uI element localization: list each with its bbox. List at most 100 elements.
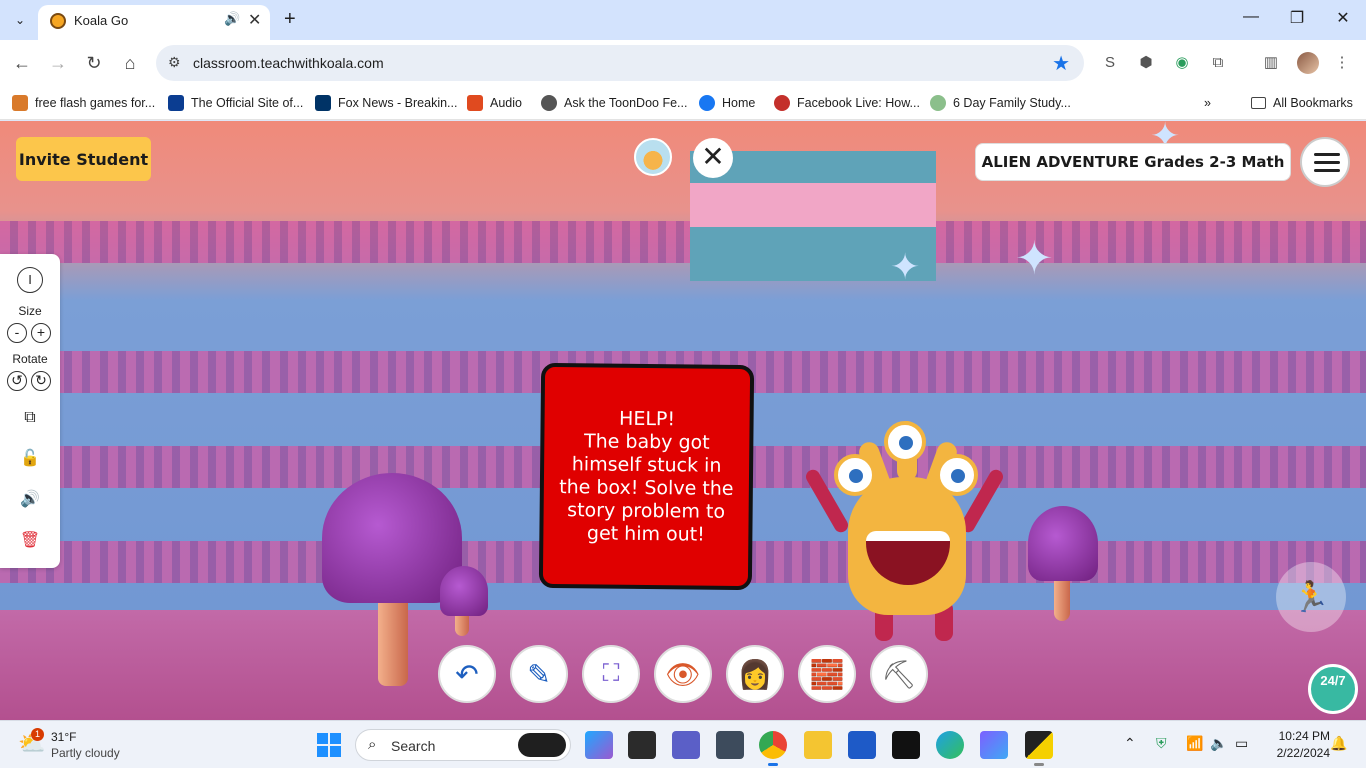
character-icon[interactable]: 👩 xyxy=(726,645,784,703)
text-cursor-icon[interactable]: I xyxy=(17,267,43,293)
side-panel-icon[interactable]: ▥ xyxy=(1260,52,1282,74)
invite-student-button[interactable]: Invite Student xyxy=(16,137,151,181)
alien-eye xyxy=(834,454,876,496)
word-icon[interactable] xyxy=(848,731,876,759)
tab-search-button[interactable]: ⌄ xyxy=(8,8,32,32)
bookmark-label: 6 Day Family Study... xyxy=(953,96,1071,110)
start-windows-icon[interactable] xyxy=(317,733,341,757)
copy-icon[interactable]: ⧉ xyxy=(17,406,43,432)
site-info-icon[interactable]: ⚙ xyxy=(168,54,181,71)
forward-icon[interactable]: → xyxy=(46,51,70,75)
url-text[interactable]: classroom.teachwithkoala.com xyxy=(193,55,384,71)
help-sign-text: HELP! The baby got himself stuck in the … xyxy=(559,407,734,546)
extension-icon[interactable]: ⬢ xyxy=(1135,52,1157,74)
open-app-indicator xyxy=(1034,763,1044,766)
security-shield-icon[interactable]: ⛨ xyxy=(1156,735,1167,752)
pencil-icon[interactable]: ✎ xyxy=(510,645,568,703)
weather-temperature[interactable]: 31°F xyxy=(51,730,76,744)
rotate-right-icon[interactable]: ↻ xyxy=(31,371,51,391)
more-bookmarks-icon[interactable]: » xyxy=(1204,94,1211,112)
size-increase-button[interactable]: + xyxy=(31,323,51,343)
clock-date[interactable]: 2/22/2024 xyxy=(1256,746,1330,760)
screen-recorder-icon[interactable] xyxy=(892,731,920,759)
bookmark-6[interactable]: Home xyxy=(699,94,755,112)
extensions-puzzle-icon[interactable]: ⧉ xyxy=(1207,52,1229,74)
extension-green-icon[interactable]: ◉ xyxy=(1171,52,1193,74)
close-icon[interactable]: ✕ xyxy=(693,138,733,178)
more-menu-icon[interactable]: ⋮ xyxy=(1331,52,1353,74)
profile-avatar[interactable] xyxy=(1297,52,1319,74)
bookmark-favicon-icon xyxy=(12,95,28,111)
support-label: 24/7 xyxy=(1320,673,1346,688)
search-label: Search xyxy=(391,738,436,754)
activity-title: ALIEN ADVENTURE Grades 2-3 Math xyxy=(975,143,1291,181)
wifi-icon[interactable]: 📶 xyxy=(1186,735,1203,752)
clock-time[interactable]: 10:24 PM xyxy=(1266,729,1330,743)
eye-icon[interactable]: 👁 xyxy=(654,645,712,703)
bookmark-favicon-icon xyxy=(315,95,331,111)
koala-favicon-icon xyxy=(50,13,66,29)
bookmark-1[interactable]: free flash games for... xyxy=(12,94,155,112)
bookmark-7[interactable]: Facebook Live: How... xyxy=(774,94,920,112)
bookmark-5[interactable]: Ask the ToonDoo Fe... xyxy=(541,94,687,112)
edge-icon[interactable] xyxy=(936,731,964,759)
bookmark-4[interactable]: Audio xyxy=(467,94,522,112)
file-explorer-icon[interactable] xyxy=(804,731,832,759)
bookmark-2[interactable]: The Official Site of... xyxy=(168,94,303,112)
address-bar[interactable]: ⚙ classroom.teachwithkoala.com ★ xyxy=(156,45,1084,81)
windows-taskbar: ⛅ 1 31°F Partly cloudy ⌕ Search ⌃ ⛨ 📶 🔈 … xyxy=(0,720,1366,768)
app-icon[interactable] xyxy=(980,731,1008,759)
copilot-icon[interactable] xyxy=(518,733,566,757)
chrome-icon[interactable] xyxy=(759,731,787,759)
bookmark-favicon-icon xyxy=(774,95,790,111)
weather-description[interactable]: Partly cloudy xyxy=(51,746,120,760)
skype-extension-icon[interactable]: S xyxy=(1099,52,1121,74)
tab-koala-go[interactable]: Koala Go 🔊 ✕ xyxy=(38,5,270,40)
help-sign[interactable]: HELP! The baby got himself stuck in the … xyxy=(538,362,755,591)
game-scene[interactable]: ✦ ✦ ✦ Invite Student ✕ ALIEN ADVENTURE G… xyxy=(0,121,1366,720)
bookmark-8[interactable]: 6 Day Family Study... xyxy=(930,94,1071,112)
sticky-app-icon[interactable] xyxy=(1025,731,1053,759)
home-icon[interactable]: ⌂ xyxy=(118,51,142,75)
restore-button[interactable]: ❐ xyxy=(1285,8,1309,28)
scan-select-icon[interactable]: ⛶ xyxy=(582,645,640,703)
show-hidden-icons[interactable]: ⌃ xyxy=(1124,735,1136,752)
blocks-icon[interactable]: 🧱 xyxy=(798,645,856,703)
bookmark-label: Home xyxy=(722,96,756,110)
runner-icon[interactable]: 🏃 xyxy=(1276,562,1346,632)
back-icon[interactable]: ← xyxy=(10,51,34,75)
minimize-button[interactable]: — xyxy=(1239,8,1263,26)
mushroom-small[interactable] xyxy=(440,566,488,616)
tab-title: Koala Go xyxy=(74,13,129,28)
teams-icon[interactable] xyxy=(672,731,700,759)
size-decrease-button[interactable]: - xyxy=(7,323,27,343)
volume-icon[interactable]: 🔈 xyxy=(1210,735,1227,752)
support-koala-button[interactable]: 24/7 xyxy=(1308,664,1358,714)
taskbar-search[interactable]: ⌕ Search xyxy=(355,729,571,761)
mushroom-stem xyxy=(378,591,408,686)
weather-scene-icon[interactable] xyxy=(634,138,672,176)
notification-bell-icon[interactable]: 🔔 xyxy=(1330,735,1347,752)
close-window-button[interactable]: ✕ xyxy=(1331,8,1355,28)
delete-icon[interactable]: 🗑 xyxy=(17,529,43,555)
mushroom-right[interactable] xyxy=(1028,506,1098,581)
shovel-icon[interactable]: ⛏ xyxy=(870,645,928,703)
battery-icon[interactable]: ▭ xyxy=(1235,735,1248,752)
hamburger-menu-icon[interactable] xyxy=(1300,137,1350,187)
copilot-app-icon[interactable] xyxy=(585,731,613,759)
task-view-icon[interactable] xyxy=(628,731,656,759)
new-tab-button[interactable]: + xyxy=(284,8,296,30)
reload-icon[interactable]: ↻ xyxy=(82,51,106,75)
undo-icon[interactable]: ↶ xyxy=(438,645,496,703)
wall-decoration xyxy=(0,221,1366,263)
all-bookmarks-folder[interactable]: All Bookmarks xyxy=(1251,94,1353,112)
sound-icon[interactable]: 🔊 xyxy=(17,488,43,514)
speaker-icon[interactable]: 🔊 xyxy=(224,11,240,27)
bookmark-3[interactable]: Fox News - Breakin... xyxy=(315,94,457,112)
bookmark-star-icon[interactable]: ★ xyxy=(1052,51,1070,76)
calculator-icon[interactable] xyxy=(716,731,744,759)
lock-icon[interactable]: 🔓 xyxy=(17,447,43,473)
close-tab-icon[interactable]: ✕ xyxy=(248,10,261,30)
rotate-left-icon[interactable]: ↺ xyxy=(7,371,27,391)
bookmark-label: Ask the ToonDoo Fe... xyxy=(564,96,688,110)
